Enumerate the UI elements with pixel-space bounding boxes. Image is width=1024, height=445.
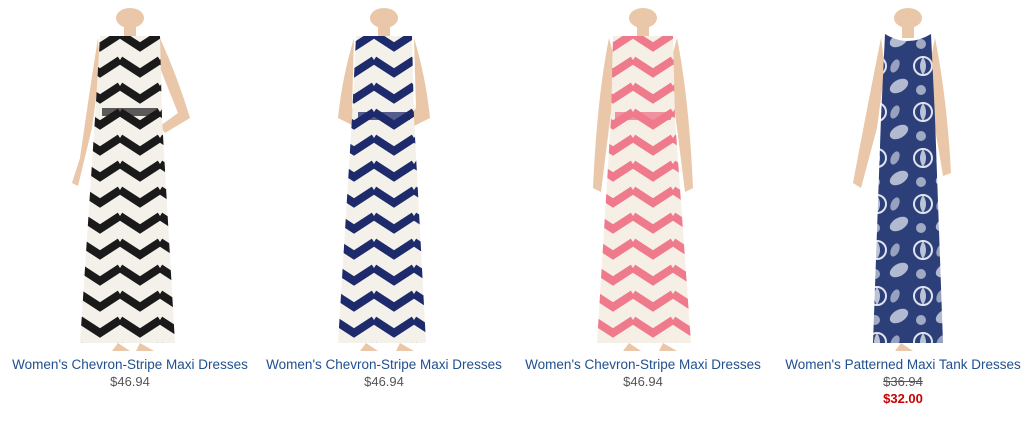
product-card: Women's Patterned Maxi Tank Dresses $36.… [773,0,1024,420]
product-title-link[interactable]: Women's Patterned Maxi Tank Dresses [773,357,1024,372]
product-price: $46.94 [623,374,663,389]
product-grid: Women's Chevron-Stripe Maxi Dresses $46.… [0,0,1024,445]
product-title-link[interactable]: Women's Chevron-Stripe Maxi Dresses [0,357,260,372]
product-price: $46.94 [110,374,150,389]
product-card: Women's Chevron-Stripe Maxi Dresses $46.… [0,0,260,420]
product-card: Women's Chevron-Stripe Maxi Dresses $46.… [254,0,514,420]
product-price: $46.94 [364,374,404,389]
product-image-chevron-black[interactable] [0,8,260,353]
product-title-link[interactable]: Women's Chevron-Stripe Maxi Dresses [254,357,514,372]
product-sale-price: $32.00 [883,391,923,406]
product-image-chevron-pink[interactable] [513,8,773,353]
product-image-floral-navy[interactable] [773,8,1024,353]
product-image-chevron-navy[interactable] [254,8,514,353]
product-card: Women's Chevron-Stripe Maxi Dresses $46.… [513,0,773,420]
product-title-link[interactable]: Women's Chevron-Stripe Maxi Dresses [513,357,773,372]
product-original-price: $36.94 [883,374,923,389]
